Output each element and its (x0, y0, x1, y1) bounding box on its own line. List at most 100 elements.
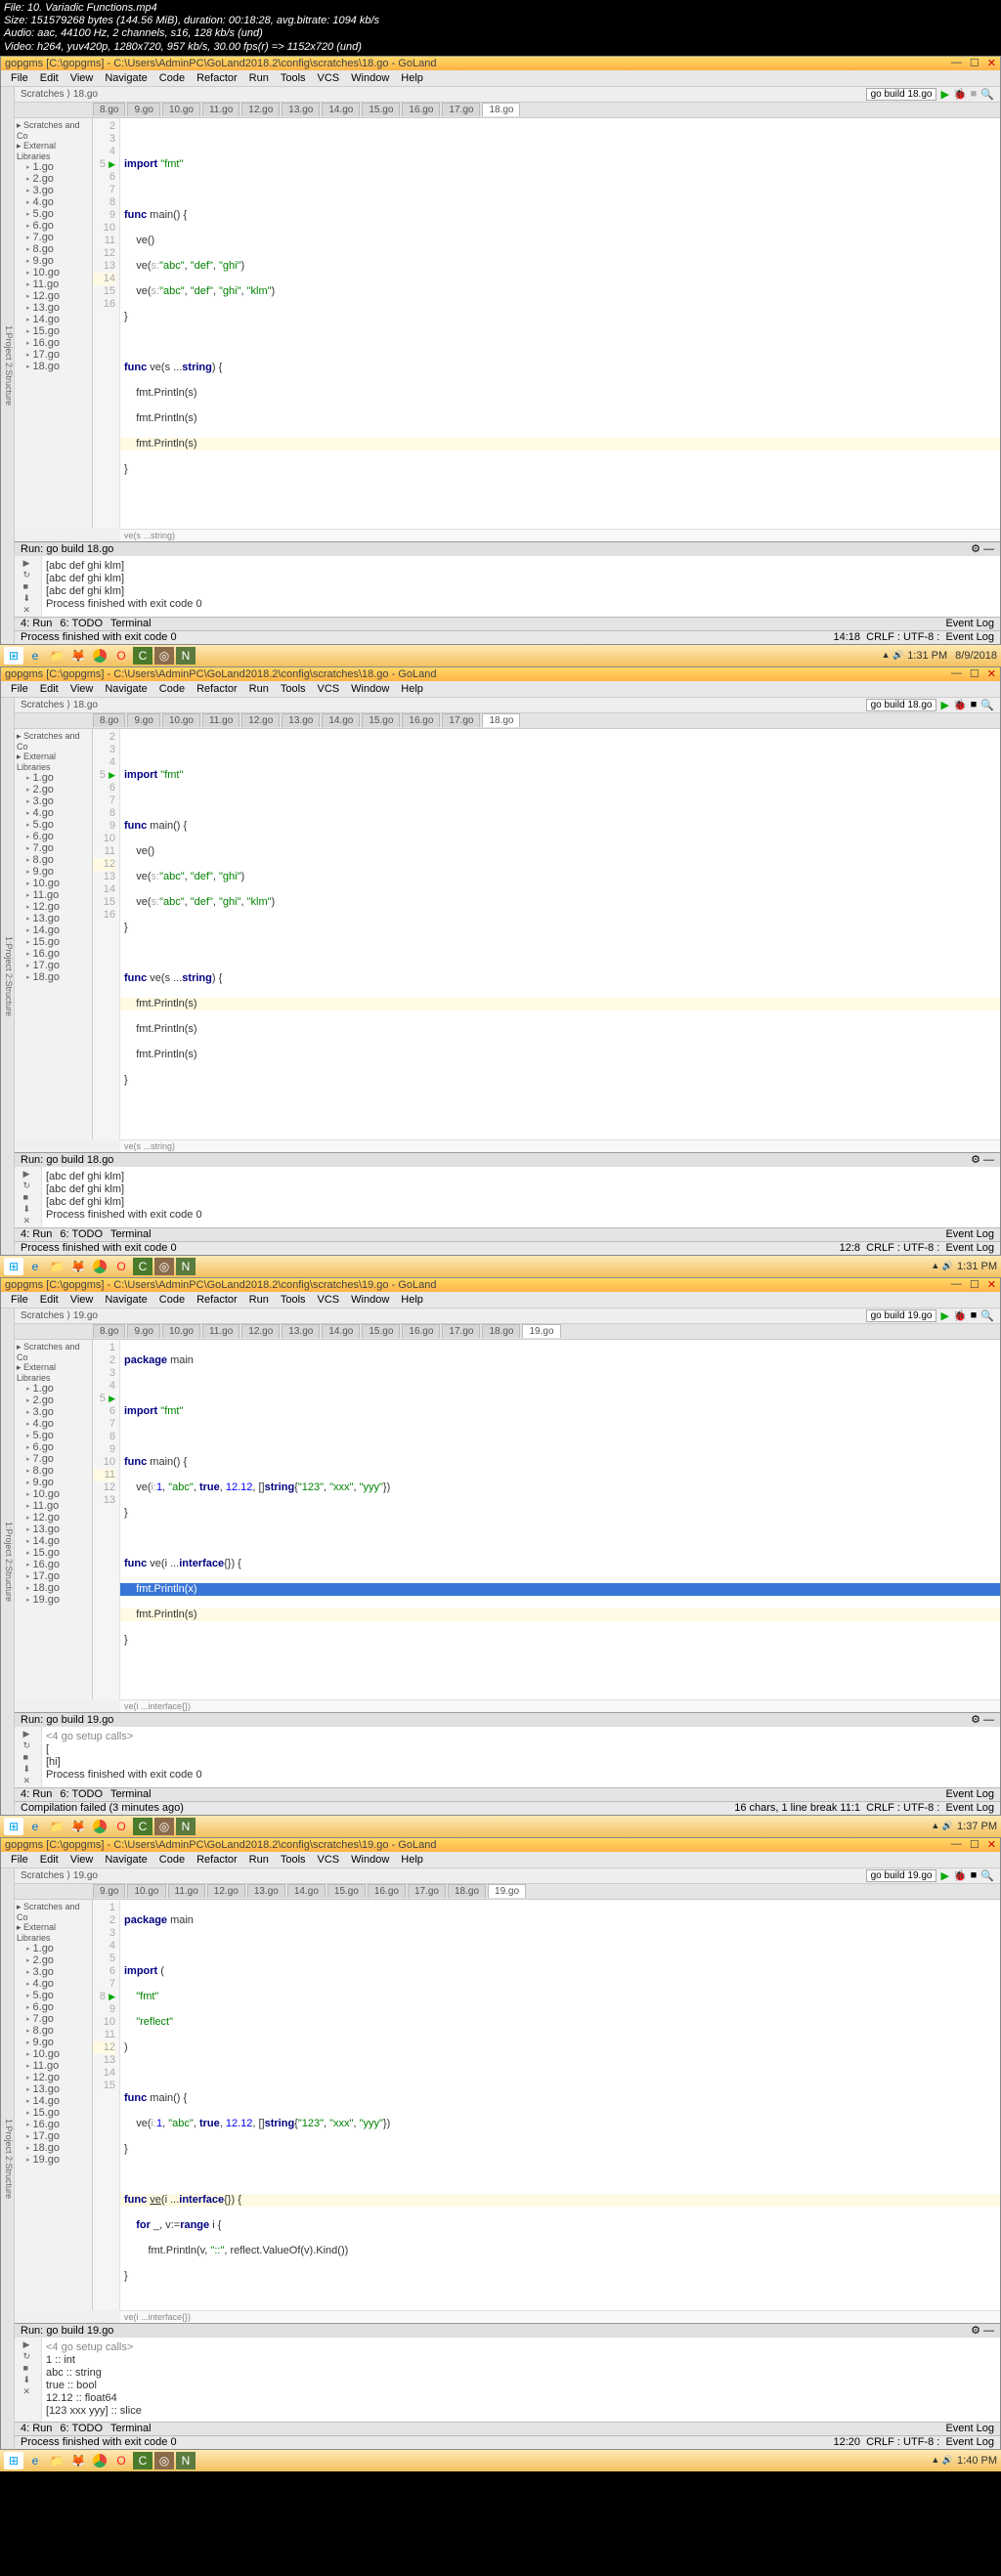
menu-file[interactable]: File (7, 71, 32, 85)
tree-item[interactable]: 11.go (17, 889, 90, 901)
tab-11.go[interactable]: 11.go (202, 713, 239, 727)
menu-help[interactable]: Help (397, 682, 427, 696)
tab-10.go[interactable]: 10.go (162, 103, 200, 116)
tree-item[interactable]: 15.go (17, 936, 90, 948)
menu-view[interactable]: View (66, 1853, 98, 1867)
tree-item[interactable]: 4.go (17, 1418, 90, 1430)
opera-icon[interactable]: O (111, 647, 131, 665)
tree-item[interactable]: 12.go (17, 1512, 90, 1524)
tab-8.go[interactable]: 8.go (93, 1324, 125, 1338)
start-icon[interactable]: ⊞ (4, 647, 23, 665)
tab-17.go[interactable]: 17.go (408, 1884, 446, 1898)
tree-item[interactable]: 13.go (17, 1524, 90, 1535)
run-config-selector[interactable]: go build 18.go (866, 88, 937, 101)
minimize-icon[interactable]: — (951, 57, 962, 69)
tree-item[interactable]: 1.go (17, 1383, 90, 1395)
tree-item[interactable]: 6.go (17, 220, 90, 232)
menu-file[interactable]: File (7, 1853, 32, 1867)
menu-help[interactable]: Help (397, 71, 427, 85)
menu-window[interactable]: Window (347, 1853, 393, 1867)
tree-item[interactable]: 18.go (17, 2142, 90, 2154)
windows-taskbar[interactable]: ⊞e📁🦊OC◎N ▲ 🔊 1:40 PM (0, 2450, 1001, 2471)
tree-item[interactable]: 14.go (17, 924, 90, 936)
chrome-icon[interactable] (90, 647, 109, 665)
event-log-link[interactable]: Event Log (945, 631, 994, 643)
menu-tools[interactable]: Tools (277, 1293, 310, 1307)
project-tree[interactable]: ▸ Scratches and Co▸ External Libraries1.… (15, 118, 93, 529)
tree-item[interactable]: 12.go (17, 901, 90, 913)
menu-run[interactable]: Run (245, 71, 273, 85)
menu-navigate[interactable]: Navigate (101, 1293, 151, 1307)
tree-item[interactable]: 3.go (17, 1406, 90, 1418)
tab-10.go[interactable]: 10.go (162, 1324, 200, 1338)
tab-19.go[interactable]: 19.go (488, 1884, 526, 1898)
tab-13.go[interactable]: 13.go (282, 713, 320, 727)
menu-code[interactable]: Code (155, 1293, 189, 1307)
tab-18.go[interactable]: 18.go (448, 1884, 486, 1898)
notepad-icon[interactable]: N (176, 647, 196, 665)
tab-12.go[interactable]: 12.go (207, 1884, 245, 1898)
menu-refactor[interactable]: Refactor (193, 1853, 241, 1867)
tree-item[interactable]: 18.go (17, 971, 90, 983)
tab-11.go[interactable]: 11.go (202, 1324, 239, 1338)
tab-17.go[interactable]: 17.go (442, 713, 480, 727)
titlebar[interactable]: gopgms [C:\gopgms] - C:\Users\AdminPC\Go… (1, 57, 1000, 70)
run-icon[interactable]: ▶ (940, 88, 948, 101)
menu-tools[interactable]: Tools (277, 1853, 310, 1867)
menu-navigate[interactable]: Navigate (101, 682, 151, 696)
menu-view[interactable]: View (66, 1293, 98, 1307)
tree-item[interactable]: 4.go (17, 196, 90, 208)
tab-13.go[interactable]: 13.go (282, 1324, 320, 1338)
tab-11.go[interactable]: 11.go (202, 103, 239, 116)
tree-item[interactable]: 2.go (17, 1395, 90, 1406)
tab-15.go[interactable]: 15.go (362, 103, 400, 116)
menu-edit[interactable]: Edit (36, 1853, 63, 1867)
tree-item[interactable]: 9.go (17, 2037, 90, 2048)
code-editor[interactable]: package main import "fmt" func main() { … (120, 1340, 1000, 1699)
tree-item[interactable]: 9.go (17, 1477, 90, 1488)
tab-14.go[interactable]: 14.go (322, 103, 360, 116)
tree-item[interactable]: 18.go (17, 1582, 90, 1594)
tab-17.go[interactable]: 17.go (442, 103, 480, 116)
menu-vcs[interactable]: VCS (314, 1293, 344, 1307)
debug-icon[interactable]: 🐞 (953, 88, 967, 101)
tab-17.go[interactable]: 17.go (442, 1324, 480, 1338)
firefox-icon[interactable]: 🦊 (68, 647, 88, 665)
menu-edit[interactable]: Edit (36, 71, 63, 85)
camtasia-icon[interactable]: C (133, 647, 152, 665)
menu-refactor[interactable]: Refactor (193, 682, 241, 696)
tab-9.go[interactable]: 9.go (127, 103, 159, 116)
explorer-icon[interactable]: 📁 (47, 647, 66, 665)
tree-item[interactable]: 17.go (17, 2130, 90, 2142)
tree-item[interactable]: 2.go (17, 173, 90, 185)
tree-item[interactable]: 10.go (17, 267, 90, 279)
tree-item[interactable]: 19.go (17, 2154, 90, 2166)
tree-item[interactable]: 1.go (17, 161, 90, 173)
tab-11.go[interactable]: 11.go (168, 1884, 205, 1898)
menu-navigate[interactable]: Navigate (101, 71, 151, 85)
tree-item[interactable]: 17.go (17, 1570, 90, 1582)
menu-help[interactable]: Help (397, 1853, 427, 1867)
menu-code[interactable]: Code (155, 682, 189, 696)
menu-tools[interactable]: Tools (277, 682, 310, 696)
search-icon[interactable]: 🔍 (980, 88, 994, 101)
tree-item[interactable]: 5.go (17, 1990, 90, 2001)
menu-view[interactable]: View (66, 682, 98, 696)
tree-item[interactable]: 13.go (17, 302, 90, 314)
menu-vcs[interactable]: VCS (314, 682, 344, 696)
left-toolwindow-stripe[interactable]: 1:Project 2:Structure (1, 87, 15, 644)
tab-14.go[interactable]: 14.go (287, 1884, 326, 1898)
menu-vcs[interactable]: VCS (314, 71, 344, 85)
tree-item[interactable]: 6.go (17, 1441, 90, 1453)
menu-run[interactable]: Run (245, 682, 273, 696)
tree-item[interactable]: 14.go (17, 314, 90, 325)
tree-item[interactable]: 10.go (17, 1488, 90, 1500)
menu-edit[interactable]: Edit (36, 682, 63, 696)
menu-view[interactable]: View (66, 71, 98, 85)
tree-item[interactable]: 2.go (17, 784, 90, 795)
tree-item[interactable]: 17.go (17, 960, 90, 971)
menu-window[interactable]: Window (347, 71, 393, 85)
menu-refactor[interactable]: Refactor (193, 71, 241, 85)
tab-16.go[interactable]: 16.go (402, 713, 440, 727)
tree-item[interactable]: 13.go (17, 913, 90, 924)
